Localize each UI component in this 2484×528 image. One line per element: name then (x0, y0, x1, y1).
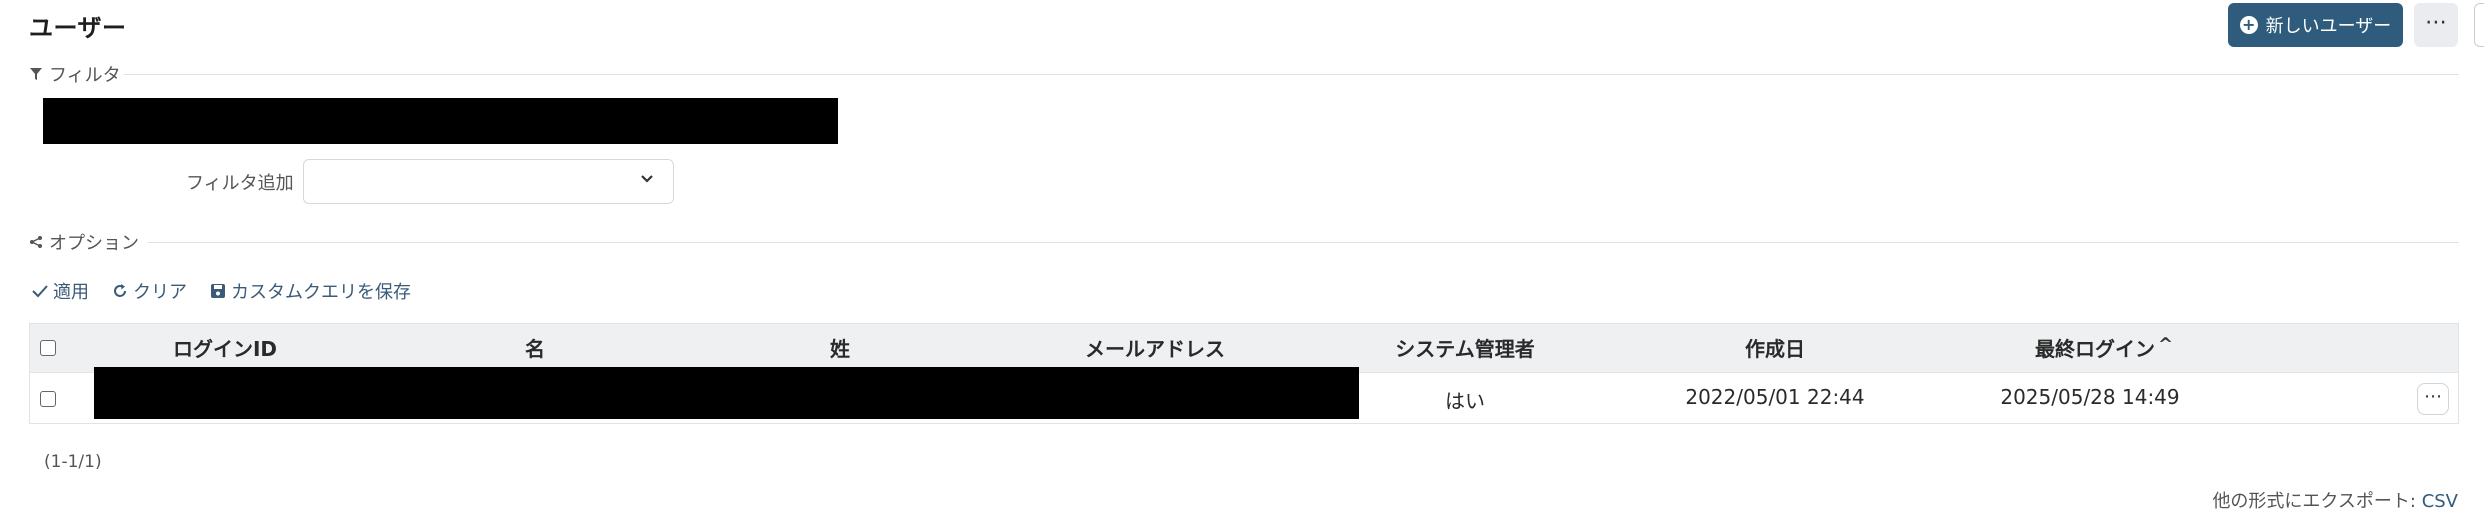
admin-cell: はい (1445, 389, 1485, 413)
options-legend[interactable]: オプション (29, 229, 139, 255)
column-first-name[interactable]: 名 (480, 333, 590, 362)
apply-link[interactable]: 適用 (31, 278, 89, 304)
select-all-checkbox[interactable] (40, 340, 56, 356)
page-title: ユーザー (29, 14, 127, 42)
filter-legend[interactable]: フィルタ (29, 61, 121, 87)
options-icon (29, 235, 43, 249)
pagination-info: (1-1/1) (44, 452, 102, 472)
column-email[interactable]: メールアドレス (1040, 333, 1270, 362)
options-legend-label: オプション (49, 233, 139, 254)
column-created[interactable]: 作成日 (1710, 333, 1840, 362)
options-divider (148, 242, 2459, 243)
column-login-id[interactable]: ログインID (130, 333, 320, 362)
add-filter-select[interactable] (303, 159, 674, 204)
add-filter-label: フィルタ追加 (186, 173, 294, 194)
row-actions-button[interactable]: ⋯ (2417, 383, 2449, 415)
column-last-name[interactable]: 姓 (785, 333, 895, 362)
chevron-down-icon (639, 170, 655, 186)
filter-legend-label: フィルタ (49, 65, 121, 86)
apply-label: 適用 (53, 282, 89, 303)
sort-asc-icon[interactable]: ^ (2158, 334, 2173, 355)
redacted-user-fields (94, 367, 1359, 419)
new-user-button[interactable]: + 新しいユーザー (2228, 3, 2403, 47)
plus-circle-icon: + (2239, 16, 2258, 34)
check-icon (31, 282, 49, 300)
new-user-button-label: 新しいユーザー (2265, 16, 2392, 37)
clear-label: クリア (133, 282, 187, 303)
reload-icon (111, 282, 129, 300)
save-query-label: カスタムクエリを保存 (231, 282, 411, 303)
export-label: 他の形式にエクスポート: (2212, 491, 2422, 512)
more-actions-button[interactable]: ⋯ (2414, 3, 2458, 47)
created-cell: 2022/05/01 22:44 (1685, 385, 1865, 409)
last-login-cell: 2025/05/28 14:49 (2000, 385, 2180, 409)
redacted-filter-row (43, 98, 838, 144)
export-options: 他の形式にエクスポート: CSV (2212, 487, 2458, 513)
save-icon (209, 282, 227, 300)
column-system-admin[interactable]: システム管理者 (1375, 333, 1555, 362)
row-checkbox[interactable] (40, 391, 56, 407)
export-csv-link[interactable]: CSV (2422, 491, 2458, 512)
column-last-login[interactable]: 最終ログイン (2010, 333, 2180, 362)
clear-link[interactable]: クリア (111, 278, 187, 304)
filter-icon (29, 67, 43, 81)
save-query-link[interactable]: カスタムクエリを保存 (209, 278, 411, 304)
sidebar-toggle-button[interactable] (2474, 3, 2484, 47)
filter-divider (124, 74, 2459, 75)
